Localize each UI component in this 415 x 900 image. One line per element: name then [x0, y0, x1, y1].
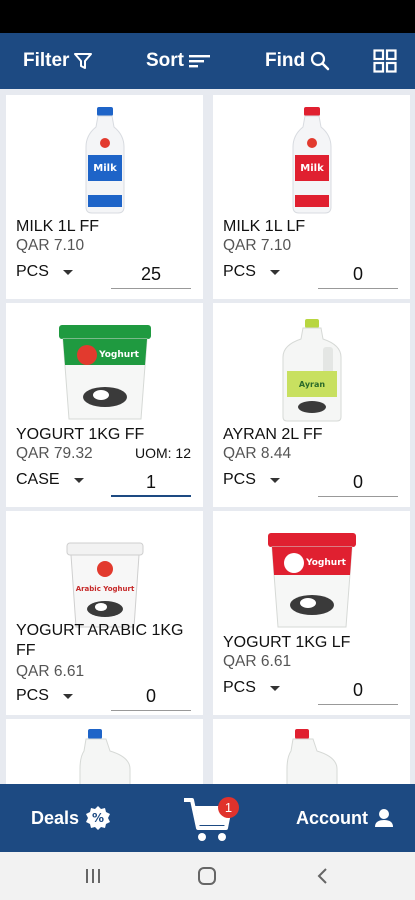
product-name: YOGURT 1KG FF [16, 426, 145, 443]
cart-badge: 1 [218, 797, 239, 818]
product-card[interactable]: Yoghurt YOGURT 1KG FF QAR 79.32 UOM: 12 … [6, 303, 203, 507]
filter-button[interactable]: Filter [23, 33, 93, 89]
product-price: QAR 8.44 [223, 445, 292, 462]
recent-apps-icon[interactable] [83, 866, 103, 886]
unit-select[interactable]: PCS [16, 263, 73, 281]
unit-label: PCS [16, 687, 49, 704]
product-card[interactable]: Milk MILK 1L LF QAR 7.10 PCS 0 [213, 95, 410, 299]
product-card[interactable]: Arabic Yoghurt YOGURT ARABIC 1KG FF QAR … [6, 511, 203, 715]
cart-button[interactable]: 1 [182, 790, 242, 846]
unit-select[interactable]: PCS [223, 471, 280, 489]
grid-view-button[interactable] [373, 33, 397, 89]
product-card[interactable] [213, 719, 410, 784]
discount-icon: % [86, 806, 111, 830]
filter-icon [74, 53, 93, 69]
quantity-input[interactable]: 0 [318, 675, 398, 705]
quantity-input[interactable]: 0 [111, 681, 191, 711]
chevron-down-icon [269, 269, 280, 275]
chevron-down-icon [269, 477, 280, 483]
svg-text:Milk: Milk [300, 163, 324, 174]
grid-view-icon [373, 49, 397, 73]
unit-label: PCS [223, 679, 256, 696]
deals-button[interactable]: Deals % [31, 784, 111, 852]
account-label: Account [296, 807, 368, 828]
product-image: Yoghurt [6, 313, 203, 423]
cart-count: 1 [224, 800, 233, 815]
user-icon [375, 809, 393, 827]
find-button[interactable]: Find [265, 33, 330, 89]
svg-text:%: % [92, 811, 104, 825]
svg-text:Yoghurt: Yoghurt [98, 350, 140, 360]
quantity-input[interactable]: 0 [318, 467, 398, 497]
product-image: Yoghurt [213, 521, 410, 631]
product-name: AYRAN 2L FF [223, 426, 323, 443]
svg-text:Ayran: Ayran [298, 380, 324, 389]
back-icon[interactable] [313, 866, 333, 886]
unit-select[interactable]: PCS [223, 263, 280, 281]
product-grid: Milk MILK 1L FF QAR 7.10 PCS 25 Milk MIL… [0, 89, 415, 784]
product-card[interactable]: Ayran AYRAN 2L FF QAR 8.44 PCS 0 [213, 303, 410, 507]
product-price: QAR 7.10 [223, 237, 292, 254]
chevron-down-icon [269, 685, 280, 691]
sort-label: Sort [146, 50, 184, 71]
unit-label: PCS [16, 263, 49, 280]
unit-label: PCS [223, 263, 256, 280]
product-card[interactable]: Yoghurt YOGURT 1KG LF QAR 6.61 PCS 0 [213, 511, 410, 715]
unit-label: PCS [223, 471, 256, 488]
quantity-input[interactable]: 0 [318, 259, 398, 289]
product-image: Arabic Yoghurt [6, 521, 203, 631]
uom-label: UOM: 12 [134, 445, 191, 461]
product-card[interactable]: Milk MILK 1L FF QAR 7.10 PCS 25 [6, 95, 203, 299]
account-button[interactable]: Account [296, 784, 394, 852]
home-icon[interactable] [197, 866, 217, 886]
svg-text:Arabic Yoghurt: Arabic Yoghurt [75, 585, 134, 593]
product-price: QAR 7.10 [16, 237, 85, 254]
product-name: YOGURT 1KG LF [223, 634, 351, 651]
product-card[interactable] [6, 719, 203, 784]
deals-label: Deals [31, 807, 80, 828]
sort-icon [189, 55, 210, 68]
find-label: Find [265, 50, 306, 71]
unit-select[interactable]: CASE [16, 471, 84, 489]
chevron-down-icon [73, 477, 84, 483]
filter-label: Filter [23, 50, 70, 71]
product-image: Milk [6, 105, 203, 215]
bottom-nav: Deals % 1 Account [0, 784, 415, 852]
system-nav-bar [0, 852, 415, 900]
search-icon [311, 51, 330, 71]
product-price: QAR 79.32 [16, 445, 93, 462]
status-bar [0, 0, 415, 33]
unit-select[interactable]: PCS [223, 679, 280, 697]
product-name: MILK 1L FF [16, 218, 99, 235]
svg-text:Milk: Milk [93, 163, 117, 174]
top-toolbar: Filter Sort Find [0, 33, 415, 89]
unit-select[interactable]: PCS [16, 687, 73, 705]
quantity-input[interactable]: 1 [111, 467, 191, 497]
product-image: Milk [213, 105, 410, 215]
quantity-input[interactable]: 25 [111, 259, 191, 289]
product-price: QAR 6.61 [16, 663, 85, 680]
product-name: MILK 1L LF [223, 218, 306, 235]
chevron-down-icon [62, 693, 73, 699]
sort-button[interactable]: Sort [146, 33, 211, 89]
product-image: Ayran [213, 313, 410, 423]
unit-label: CASE [16, 471, 60, 488]
product-image [283, 729, 343, 784]
product-price: QAR 6.61 [223, 653, 292, 670]
product-image [76, 729, 136, 784]
svg-text:Yoghurt: Yoghurt [305, 558, 347, 568]
product-name: YOGURT ARABIC 1KG FF [16, 622, 184, 659]
chevron-down-icon [62, 269, 73, 275]
